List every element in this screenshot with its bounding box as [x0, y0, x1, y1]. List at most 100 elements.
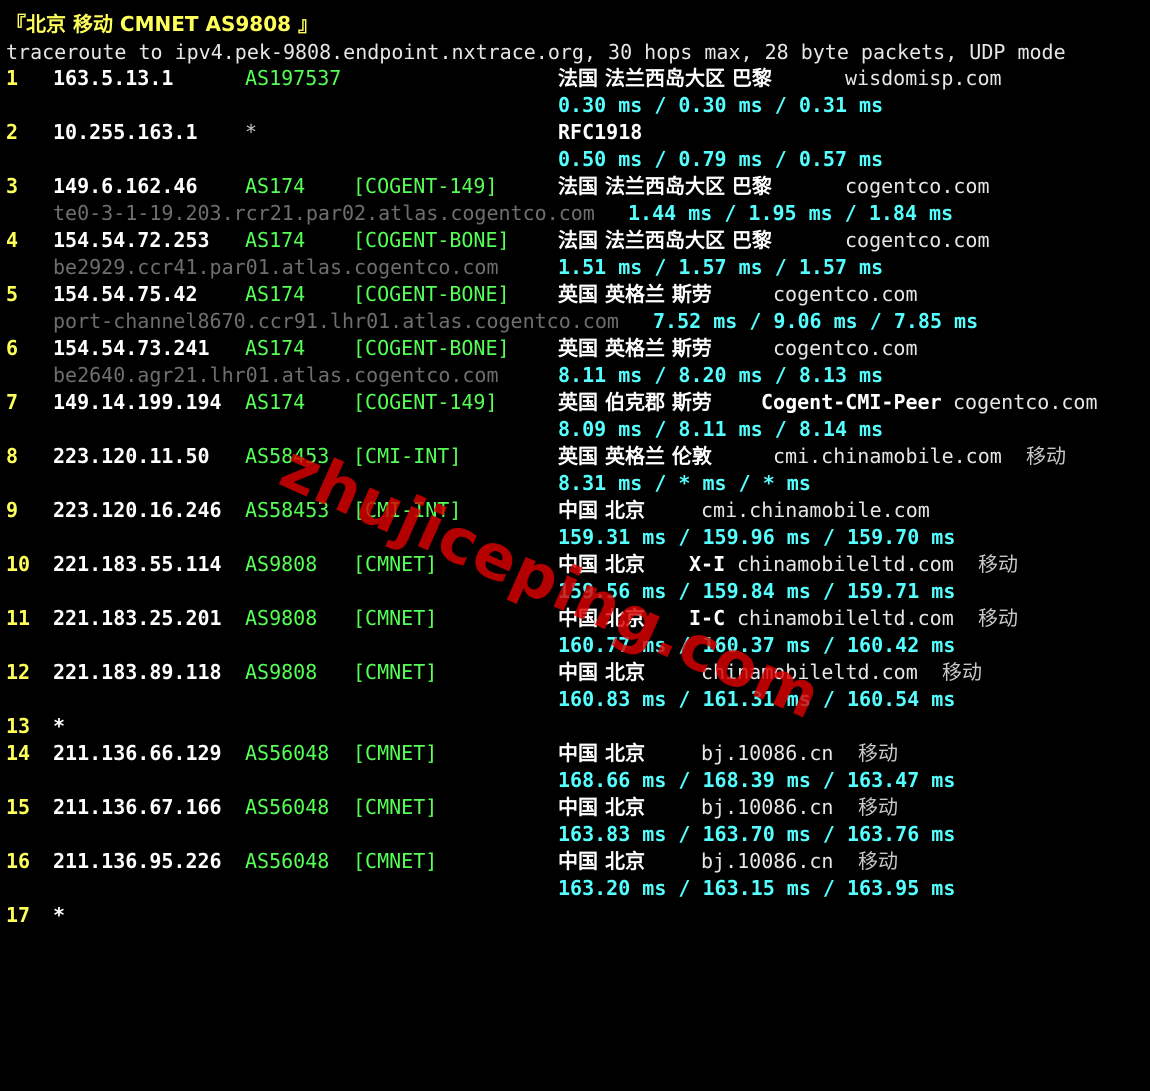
hop-asn: AS174 [245, 282, 306, 306]
hop-geo: 法国 法兰西岛大区 巴黎 [558, 174, 772, 198]
hop-number: 5 [6, 282, 19, 306]
hop-ip: 154.54.72.253 [53, 228, 210, 252]
hop-domain: chinamobileltd.com [737, 552, 954, 576]
hop-geo: 法国 法兰西岛大区 巴黎 [558, 228, 772, 252]
hop-detail-row: 160.77 ms / 160.37 ms / 160.42 ms [0, 632, 955, 659]
trace-title: 『北京 移动 CMNET AS9808 』 [6, 12, 319, 36]
hop-detail-row: 159.56 ms / 159.84 ms / 159.71 ms [0, 578, 955, 605]
terminal-output: 『北京 移动 CMNET AS9808 』 traceroute to ipv4… [0, 0, 1150, 929]
hop-rtt: 168.66 ms / 168.39 ms / 163.47 ms [558, 768, 956, 792]
hop-asn: AS56048 [245, 795, 330, 819]
hop-row: 10 221.183.55.114 AS9808 [CMNET] 中国 北京 X… [0, 551, 1018, 578]
hop-ip: 149.14.199.194 [53, 390, 222, 414]
hop-geo: 中国 北京 [558, 849, 645, 873]
hop-ip: 211.136.67.166 [53, 795, 222, 819]
hop-row: 8 223.120.11.50 AS58453 [CMI-INT] 英国 英格兰… [0, 443, 1066, 470]
hop-number: 9 [6, 498, 19, 522]
hop-ip: 221.183.89.118 [53, 660, 222, 684]
hop-geo: 中国 北京 [558, 552, 645, 576]
hop-domain: cmi.chinamobile.com [701, 498, 930, 522]
hop-rdns: te0-3-1-19.203.rcr21.par02.atlas.cogentc… [53, 201, 595, 225]
hop-asn: AS174 [245, 228, 306, 252]
hop-row: 12 221.183.89.118 AS9808 [CMNET] 中国 北京 c… [0, 659, 982, 686]
hop-asn: AS9808 [245, 606, 318, 630]
hop-row: 9 223.120.16.246 AS58453 [CMI-INT] 中国 北京… [0, 497, 930, 524]
hop-netname: [COGENT-BONE] [353, 336, 510, 360]
hop-link-label: I-C [689, 606, 726, 630]
hop-rtt: 8.11 ms / 8.20 ms / 8.13 ms [558, 363, 884, 387]
hop-timeout: * [53, 903, 66, 927]
hop-number: 1 [6, 66, 19, 90]
hop-asn: AS197537 [245, 66, 342, 90]
hop-row: 7 149.14.199.194 AS174 [COGENT-149] 英国 伯… [0, 389, 1098, 416]
hop-isp: 移动 [858, 741, 898, 765]
hop-rtt: 8.09 ms / 8.11 ms / 8.14 ms [558, 417, 884, 441]
hop-detail-row: 8.31 ms / * ms / * ms [0, 470, 811, 497]
hop-number: 17 [6, 903, 31, 927]
hop-ip: 149.6.162.46 [53, 174, 198, 198]
hop-number: 11 [6, 606, 31, 630]
hop-geo: 英国 英格兰 伦敦 [558, 444, 712, 468]
hop-isp: 移动 [858, 849, 898, 873]
hop-number: 6 [6, 336, 19, 360]
hop-number: 15 [6, 795, 31, 819]
hop-asn: AS56048 [245, 849, 330, 873]
hop-number: 12 [6, 660, 31, 684]
hop-detail-row: 0.50 ms / 0.79 ms / 0.57 ms [0, 146, 883, 173]
hop-rtt: 163.20 ms / 163.15 ms / 163.95 ms [558, 876, 956, 900]
hop-netname: [COGENT-149] [353, 174, 498, 198]
hop-geo: 中国 北京 [558, 741, 645, 765]
hop-number: 4 [6, 228, 19, 252]
hop-rtt: 159.31 ms / 159.96 ms / 159.70 ms [558, 525, 956, 549]
hop-row: 6 154.54.73.241 AS174 [COGENT-BONE] 英国 英… [0, 335, 918, 362]
hop-rtt: 160.77 ms / 160.37 ms / 160.42 ms [558, 633, 956, 657]
hop-asn: AS58453 [245, 498, 330, 522]
hop-detail-row: 163.20 ms / 163.15 ms / 163.95 ms [0, 875, 955, 902]
hop-asn: AS174 [245, 336, 306, 360]
traceroute-command: traceroute to ipv4.pek-9808.endpoint.nxt… [6, 40, 1066, 64]
hop-number: 13 [6, 714, 31, 738]
hop-domain: chinamobileltd.com [701, 660, 918, 684]
hop-netname: [CMNET] [353, 660, 438, 684]
hop-detail-row: be2929.ccr41.par01.atlas.cogentco.com 1.… [0, 254, 883, 281]
hop-geo: 英国 英格兰 斯劳 [558, 336, 712, 360]
hop-row: 15 211.136.67.166 AS56048 [CMNET] 中国 北京 … [0, 794, 898, 821]
hop-geo: 中国 北京 [558, 660, 645, 684]
hop-detail-row: 160.83 ms / 161.31 ms / 160.54 ms [0, 686, 955, 713]
hop-domain: bj.10086.cn [701, 849, 834, 873]
hop-row: 11 221.183.25.201 AS9808 [CMNET] 中国 北京 I… [0, 605, 1018, 632]
hop-domain: cogentco.com [845, 228, 990, 252]
hop-row: 16 211.136.95.226 AS56048 [CMNET] 中国 北京 … [0, 848, 898, 875]
hop-rtt: 163.83 ms / 163.70 ms / 163.76 ms [558, 822, 956, 846]
command-line: traceroute to ipv4.pek-9808.endpoint.nxt… [0, 39, 1066, 66]
hop-row: 14 211.136.66.129 AS56048 [CMNET] 中国 北京 … [0, 740, 898, 767]
hop-number: 14 [6, 741, 31, 765]
hop-asn: AS9808 [245, 552, 318, 576]
hop-isp: 移动 [1026, 444, 1066, 468]
hop-row: 3 149.6.162.46 AS174 [COGENT-149] 法国 法兰西… [0, 173, 990, 200]
hop-netname: [COGENT-BONE] [353, 228, 510, 252]
hop-number: 10 [6, 552, 31, 576]
hop-row: 4 154.54.72.253 AS174 [COGENT-BONE] 法国 法… [0, 227, 990, 254]
hop-domain: wisdomisp.com [845, 66, 1002, 90]
hop-isp: 移动 [858, 795, 898, 819]
hop-asn: AS174 [245, 390, 306, 414]
hop-detail-row: 0.30 ms / 0.30 ms / 0.31 ms [0, 92, 883, 119]
hop-row: 2 10.255.163.1 * RFC1918 [0, 119, 642, 146]
hop-rtt: 1.51 ms / 1.57 ms / 1.57 ms [558, 255, 884, 279]
hop-rtt: 0.50 ms / 0.79 ms / 0.57 ms [558, 147, 884, 171]
hop-number: 8 [6, 444, 19, 468]
hop-rtt: 8.31 ms / * ms / * ms [558, 471, 811, 495]
hop-domain: chinamobileltd.com [737, 606, 954, 630]
hop-peer-label: Cogent-CMI-Peer [761, 390, 942, 414]
hop-geo: 法国 法兰西岛大区 巴黎 [558, 66, 772, 90]
hop-rdns: port-channel8670.ccr91.lhr01.atlas.cogen… [53, 309, 619, 333]
hop-ip: 154.54.75.42 [53, 282, 198, 306]
hop-link-label: X-I [689, 552, 726, 576]
hop-detail-row: port-channel8670.ccr91.lhr01.atlas.cogen… [0, 308, 978, 335]
hop-ip: 223.120.11.50 [53, 444, 210, 468]
hop-domain: cogentco.com [773, 336, 918, 360]
trace-header: 『北京 移动 CMNET AS9808 』 [0, 11, 318, 38]
hop-detail-row: 159.31 ms / 159.96 ms / 159.70 ms [0, 524, 955, 551]
hop-rdns: be2929.ccr41.par01.atlas.cogentco.com [53, 255, 499, 279]
